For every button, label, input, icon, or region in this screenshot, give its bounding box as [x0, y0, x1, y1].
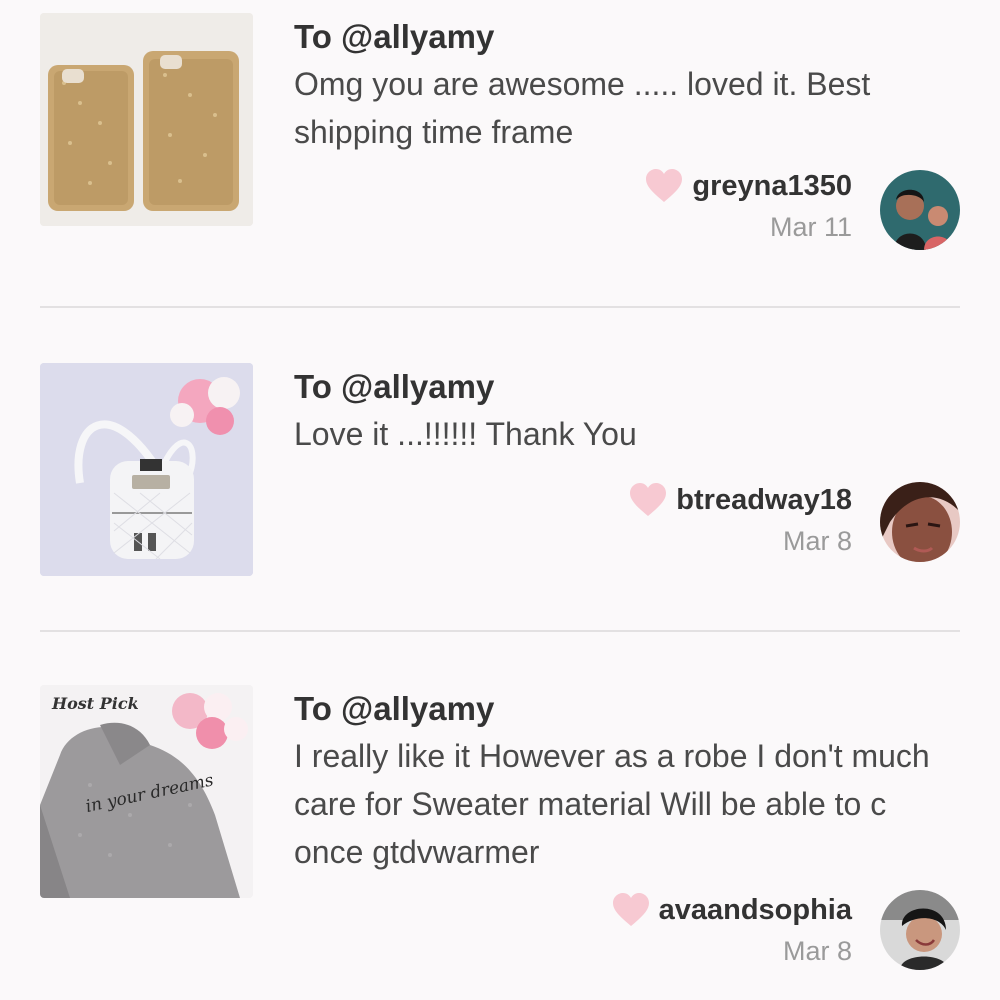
user-avatar[interactable]: [880, 890, 960, 970]
review-meta: avaandsophia Mar 8: [611, 892, 852, 967]
username-link[interactable]: greyna1350: [692, 170, 852, 203]
love-notes-feed: To @allyamy Omg you are awesome ..... lo…: [0, 0, 1000, 1000]
comment-text: Love it ...!!!!!! Thank You: [294, 416, 637, 452]
heart-icon[interactable]: [644, 168, 684, 204]
review-meta: btreadway18 Mar 8: [628, 482, 852, 557]
avatar-icon: [880, 170, 960, 250]
white-backpack-image: [40, 363, 253, 576]
heart-icon[interactable]: [611, 892, 651, 928]
review-date: Mar 8: [782, 936, 852, 966]
review-meta: greyna1350 Mar 11: [644, 168, 852, 243]
username-link[interactable]: avaandsophia: [659, 894, 852, 927]
user-row: greyna1350: [644, 168, 852, 204]
listing-thumbnail[interactable]: [40, 363, 253, 576]
review-card: Host Pick in your dreams To @allyamy I r…: [0, 630, 1000, 1000]
recipient-label: To @allyamy: [294, 690, 495, 727]
review-card: To @allyamy Love it ...!!!!!! Thank You …: [0, 308, 1000, 632]
review-date: Mar 11: [769, 212, 852, 242]
avatar-icon: [880, 890, 960, 970]
host-pick-caption: Host Pick: [51, 694, 139, 713]
comment-text: I really like it However as a robe I don…: [294, 738, 930, 870]
user-avatar[interactable]: [880, 170, 960, 250]
heart-icon[interactable]: [628, 482, 668, 518]
username-link[interactable]: btreadway18: [676, 484, 852, 517]
user-row: avaandsophia: [611, 892, 852, 928]
user-avatar[interactable]: [880, 482, 960, 562]
recipient-label: To @allyamy: [294, 368, 495, 405]
review-date: Mar 8: [782, 526, 852, 556]
listing-thumbnail[interactable]: Host Pick in your dreams: [40, 685, 253, 898]
review-card: To @allyamy Omg you are awesome ..... lo…: [0, 0, 1000, 308]
gold-phone-cases-image: [40, 13, 253, 226]
user-row: btreadway18: [628, 482, 852, 518]
grey-sweater-image: Host Pick in your dreams: [40, 685, 253, 898]
recipient-label: To @allyamy: [294, 18, 495, 55]
comment-text: Omg you are awesome ..... loved it. Best…: [294, 66, 871, 150]
avatar-icon: [880, 482, 960, 562]
listing-thumbnail[interactable]: [40, 13, 253, 226]
